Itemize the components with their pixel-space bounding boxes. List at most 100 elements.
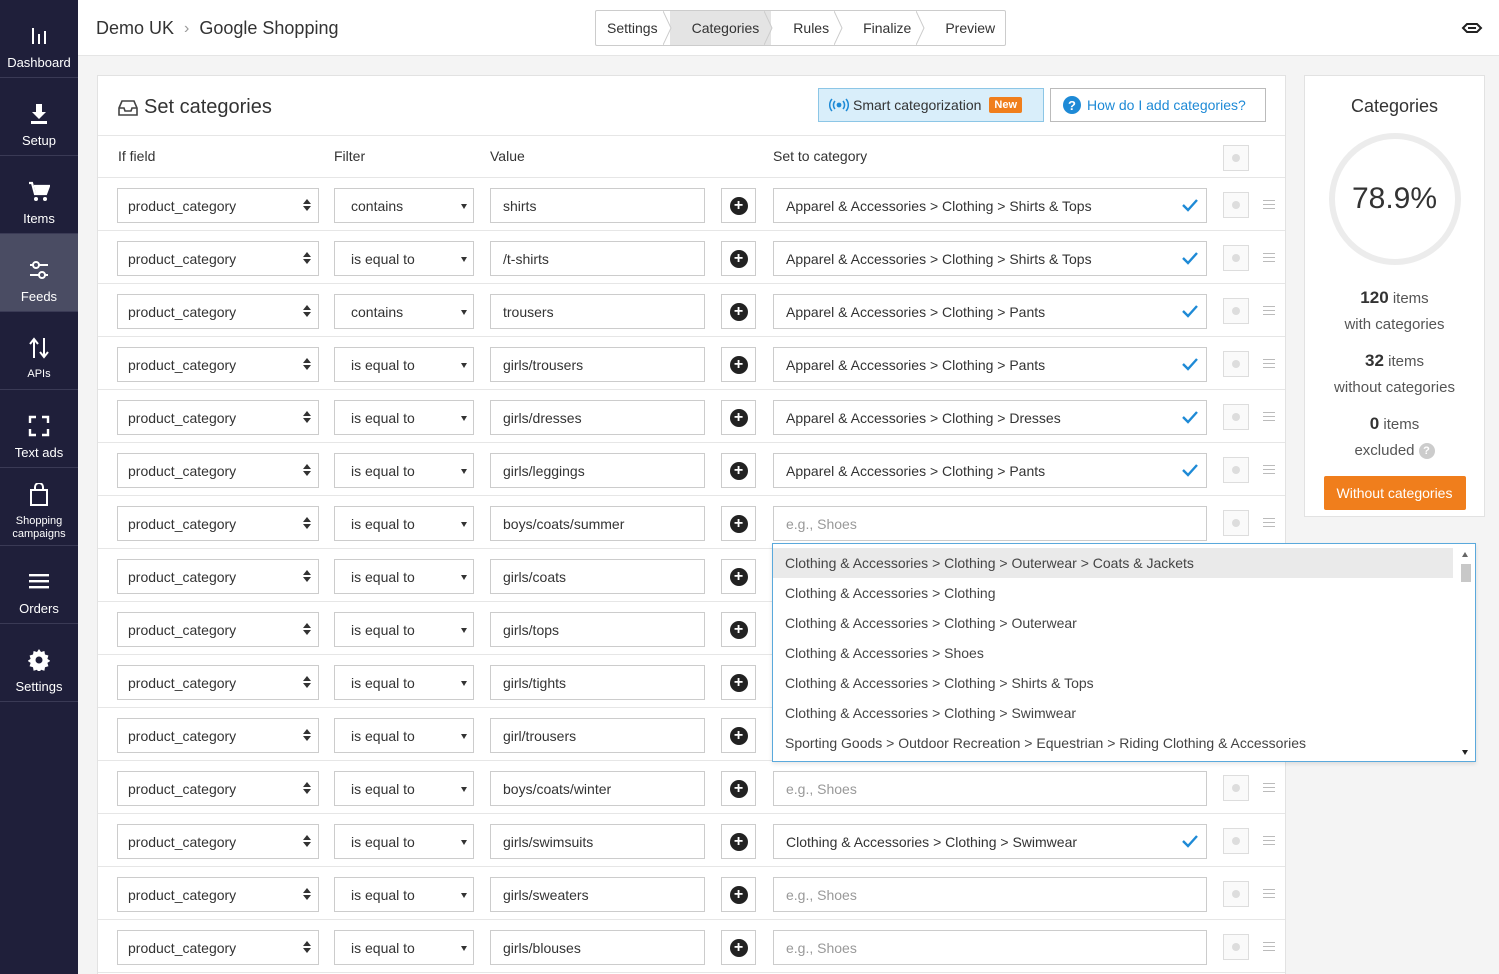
if-field-select[interactable]: product_category [117,559,319,594]
value-input[interactable]: girls/dresses [490,400,705,435]
dropdown-option[interactable]: Clothing & Accessories > Clothing > Swim… [773,698,1453,728]
add-condition-button[interactable]: + [721,612,756,647]
row-toggle[interactable] [1223,351,1249,377]
add-condition-button[interactable]: + [721,824,756,859]
row-toggle[interactable] [1223,510,1249,536]
value-input[interactable]: girl/trousers [490,718,705,753]
smart-categorization-button[interactable]: Smart categorization New [818,88,1044,122]
if-field-select[interactable]: product_category [117,188,319,223]
row-toggle[interactable] [1223,934,1249,960]
add-condition-button[interactable]: + [721,506,756,541]
drag-handle-icon[interactable] [1263,783,1275,792]
add-condition-button[interactable]: + [721,559,756,594]
row-toggle[interactable] [1223,192,1249,218]
filter-select[interactable]: is equal to [334,824,474,859]
filter-select[interactable]: is equal to [334,400,474,435]
value-input[interactable]: girls/sweaters [490,877,705,912]
row-toggle[interactable] [1223,775,1249,801]
category-input[interactable]: Apparel & Accessories > Clothing > Pants [773,347,1207,382]
drag-handle-icon[interactable] [1263,359,1275,368]
add-condition-button[interactable]: + [721,400,756,435]
value-input[interactable]: girls/trousers [490,347,705,382]
sidebar-item-dashboard[interactable]: Dashboard [0,0,78,78]
if-field-select[interactable]: product_category [117,241,319,276]
drag-handle-icon[interactable] [1263,942,1275,951]
drag-handle-icon[interactable] [1263,518,1275,527]
value-input[interactable]: girls/blouses [490,930,705,965]
dropdown-option[interactable]: Sporting Goods > Outdoor Recreation > Eq… [773,728,1453,758]
value-input[interactable]: shirts [490,188,705,223]
if-field-select[interactable]: product_category [117,824,319,859]
filter-select[interactable]: is equal to [334,665,474,700]
sidebar-item-orders[interactable]: Orders [0,546,78,624]
row-toggle[interactable] [1223,245,1249,271]
user-menu-icon[interactable] [1461,20,1483,36]
scroll-up-icon[interactable] [1462,552,1468,557]
sidebar-item-setup[interactable]: Setup [0,78,78,156]
category-input[interactable]: e.g., Shoes [773,877,1207,912]
add-condition-button[interactable]: + [721,453,756,488]
sidebar-item-shopping-campaigns[interactable]: Shopping campaigns [0,468,78,546]
value-input[interactable]: trousers [490,294,705,329]
category-input[interactable]: Apparel & Accessories > Clothing > Pants [773,453,1207,488]
drag-handle-icon[interactable] [1263,412,1275,421]
value-input[interactable]: girls/coats [490,559,705,594]
if-field-select[interactable]: product_category [117,877,319,912]
add-condition-button[interactable]: + [721,771,756,806]
filter-select[interactable]: is equal to [334,771,474,806]
category-input[interactable]: e.g., Shoes [773,930,1207,965]
add-condition-button[interactable]: + [721,294,756,329]
value-input[interactable]: boys/coats/winter [490,771,705,806]
dropdown-option[interactable]: Clothing & Accessories > Clothing [773,578,1453,608]
value-input[interactable]: girls/leggings [490,453,705,488]
if-field-select[interactable]: product_category [117,665,319,700]
category-input[interactable]: Clothing & Accessories > Clothing > Swim… [773,824,1207,859]
category-input[interactable]: Apparel & Accessories > Clothing > Dress… [773,400,1207,435]
filter-select[interactable]: is equal to [334,930,474,965]
filter-select[interactable]: contains [334,294,474,329]
select-all-toggle[interactable] [1223,145,1249,171]
drag-handle-icon[interactable] [1263,836,1275,845]
sidebar-item-text-ads[interactable]: Text ads [0,390,78,468]
add-condition-button[interactable]: + [721,877,756,912]
category-input[interactable]: Apparel & Accessories > Clothing > Shirt… [773,241,1207,276]
row-toggle[interactable] [1223,457,1249,483]
drag-handle-icon[interactable] [1263,200,1275,209]
filter-select[interactable]: is equal to [334,718,474,753]
value-input[interactable]: boys/coats/summer [490,506,705,541]
category-input[interactable]: e.g., Shoes [773,771,1207,806]
value-input[interactable]: /t-shirts [490,241,705,276]
row-toggle[interactable] [1223,881,1249,907]
if-field-select[interactable]: product_category [117,930,319,965]
step-settings[interactable]: Settings [596,11,672,45]
add-condition-button[interactable]: + [721,241,756,276]
step-categories[interactable]: Categories [669,11,773,45]
if-field-select[interactable]: product_category [117,294,319,329]
if-field-select[interactable]: product_category [117,506,319,541]
if-field-select[interactable]: product_category [117,612,319,647]
value-input[interactable]: girls/tops [490,612,705,647]
dropdown-option[interactable]: Clothing & Accessories > Clothing > Shir… [773,668,1453,698]
filter-select[interactable]: is equal to [334,877,474,912]
help-add-categories-button[interactable]: ? How do I add categories? [1050,88,1266,122]
filter-select[interactable]: is equal to [334,612,474,647]
add-condition-button[interactable]: + [721,718,756,753]
drag-handle-icon[interactable] [1263,306,1275,315]
add-condition-button[interactable]: + [721,347,756,382]
dropdown-option[interactable]: Clothing & Accessories > Clothing > Oute… [773,548,1453,578]
row-toggle[interactable] [1223,298,1249,324]
scroll-down-icon[interactable] [1462,750,1468,755]
drag-handle-icon[interactable] [1263,889,1275,898]
dropdown-scrollbar[interactable] [1459,552,1471,755]
if-field-select[interactable]: product_category [117,347,319,382]
add-condition-button[interactable]: + [721,665,756,700]
filter-select[interactable]: is equal to [334,347,474,382]
add-condition-button[interactable]: + [721,930,756,965]
value-input[interactable]: girls/swimsuits [490,824,705,859]
dropdown-option[interactable]: Clothing & Accessories > Shoes [773,638,1453,668]
step-rules[interactable]: Rules [771,11,843,45]
sidebar-item-settings[interactable]: Settings [0,624,78,702]
if-field-select[interactable]: product_category [117,718,319,753]
drag-handle-icon[interactable] [1263,253,1275,262]
sidebar-item-items[interactable]: Items [0,156,78,234]
